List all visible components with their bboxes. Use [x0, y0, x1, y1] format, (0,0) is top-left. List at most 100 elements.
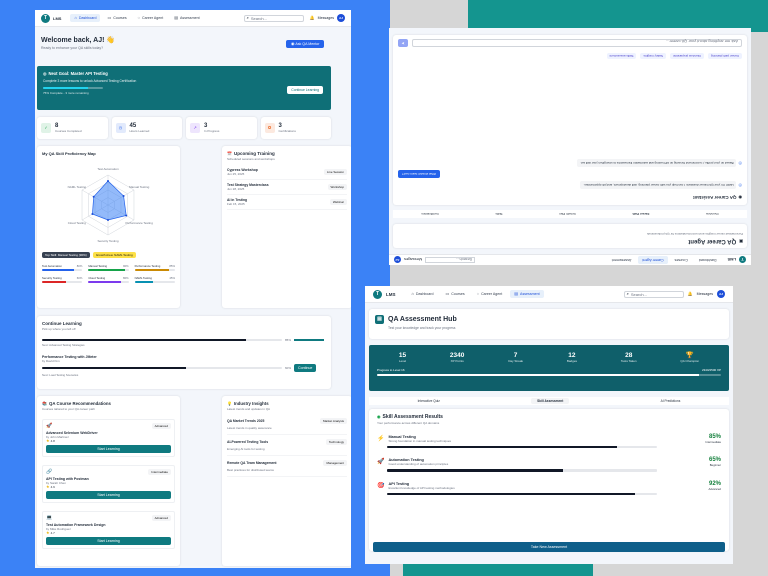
rec-item: 🚀 Advanced Advanced Selenium WebDriver by…: [42, 419, 175, 457]
insight-item[interactable]: AI-Powered Testing Tools Technology Emergi…: [227, 435, 347, 456]
assessment-stat: 2340 XP Points: [450, 352, 464, 363]
skill-value: 80%: [123, 276, 129, 280]
calendar-icon: 📅: [227, 150, 232, 156]
start-learning-button[interactable]: Start Learning: [46, 537, 171, 545]
radar-axis-label: NAML Testing: [68, 185, 87, 189]
suggestion-chip[interactable]: Salary insights: [640, 53, 666, 59]
bell-icon[interactable]: 🔔: [310, 16, 315, 20]
assessment-tab[interactable]: Skill Assessment: [531, 398, 570, 404]
stat-label: Level: [398, 358, 407, 363]
nav-courses[interactable]: ▭ Courses: [442, 290, 469, 298]
star-icon: ★: [46, 530, 50, 535]
send-button[interactable]: ➤: [398, 39, 408, 47]
assessment-stat: 12 Badges: [567, 352, 577, 363]
radar-axis-label: Manual Testing: [129, 185, 149, 189]
skill-result-bar: [387, 492, 657, 496]
insight-desc: Latest trends in quality assurance: [227, 426, 272, 430]
continue-learning-button[interactable]: Continue Learning: [287, 86, 323, 94]
briefcase-icon: ▣: [739, 239, 743, 244]
skill-value: 85%: [169, 264, 175, 268]
skill-bar: [88, 269, 129, 271]
nav-courses[interactable]: Courses: [671, 256, 692, 264]
suggestion-chips: Career path planning Interview preparatio…: [398, 53, 742, 59]
skill-grid: Test Automation 80% Manual Testing 90% Perfo…: [42, 264, 175, 283]
books-icon: 📚: [42, 400, 47, 406]
avatar[interactable]: AJ: [717, 290, 725, 298]
stat-label: QA Champion: [680, 359, 700, 363]
suggestion-chip[interactable]: Interview preparation: [669, 53, 704, 59]
chat-icon: ◌: [476, 291, 480, 296]
target-icon: 🎯: [377, 482, 385, 489]
nav-career-agent[interactable]: Career Agent: [638, 256, 668, 264]
assessment-tab[interactable]: Interactive Quiz: [412, 398, 446, 404]
nav-assessment[interactable]: ▤ Assessment: [510, 290, 544, 298]
continue-button[interactable]: Continue: [294, 364, 317, 372]
radar-point: [125, 214, 128, 217]
welcome-title: Welcome back, AJ! 👋: [41, 37, 116, 44]
radar-point: [92, 195, 95, 198]
welcome-subtitle: Ready to enhance your QA skills today?: [41, 46, 104, 50]
skill-level: Intermediate: [705, 440, 721, 444]
assessment-subtitle: Test your knowledge and track your progr…: [388, 326, 456, 330]
insight-item[interactable]: QA Market Trends 2025 Market Analysis Late…: [227, 414, 347, 435]
search-input[interactable]: Search...: [425, 257, 476, 263]
training-item[interactable]: Cypress Workshop Jun 25, 2025 Live Session: [227, 165, 347, 180]
nav-assessment[interactable]: Assessment: [608, 256, 636, 264]
stat-card: ◷ 45 Hours Learned: [111, 117, 182, 139]
skill-result: 🚀 Automation Testing Good understanding of…: [377, 457, 721, 472]
nav-dashboard[interactable]: ⌂ Dashboard: [70, 14, 101, 22]
take-assessment-button[interactable]: Take New Assessment: [373, 542, 725, 552]
assessment-screen: T LMS ⌂ Dashboard ▭ Courses ◌ Career Agent …: [365, 286, 733, 564]
ask-mentor-button[interactable]: ◉ Ask QA Mentor: [286, 40, 325, 48]
level-xp: 2340/2500 XP: [701, 368, 721, 372]
assessment-stat: 🏆 QA Champion: [680, 351, 699, 363]
banner-desc: Complete 3 more lessons to unlock Advanc…: [43, 79, 137, 83]
search-input[interactable]: ⌕ Search...: [623, 290, 684, 298]
start-learning-button[interactable]: Start Learning: [46, 445, 171, 453]
nav-courses[interactable]: ▭ Courses: [103, 14, 130, 22]
start-learning-button[interactable]: Start Learning: [46, 491, 171, 499]
career-tab[interactable]: Certifications: [421, 212, 438, 216]
nav-career-agent[interactable]: ◌ Career Agent: [134, 14, 168, 22]
career-tab[interactable]: Skills: [495, 212, 502, 216]
training-item[interactable]: Test Strategy Masterclass Jun 28, 2025 Wor…: [227, 180, 347, 195]
assessment-tab[interactable]: AI Predictions: [655, 398, 687, 404]
career-chat-input[interactable]: Ask me anything about your QA career...: [412, 39, 742, 47]
skill-item: Security Testing 60%: [42, 276, 83, 283]
bell-icon[interactable]: 🔔: [688, 292, 693, 296]
suggestion-chip[interactable]: Career path planning: [707, 53, 742, 59]
training-item[interactable]: AI in Testing Feb 15, 2025 Webinar: [227, 195, 347, 210]
stat-label: Badges: [566, 358, 578, 363]
nav-assessment[interactable]: ▤ Assessment: [170, 14, 203, 22]
results-card: ◉ Skill Assessment Results Your performan…: [369, 409, 729, 551]
search-input[interactable]: ⌕ Search...: [243, 14, 304, 22]
insights-subtitle: Latest trends and updates in QA: [227, 407, 271, 411]
search-icon: ⌕: [626, 291, 629, 296]
nav-dashboard[interactable]: Dashboard: [695, 256, 721, 264]
skill-result: 🎯 API Testing Excellent knowledge of API t…: [377, 481, 721, 496]
career-tab[interactable]: Growth Plan: [559, 212, 576, 216]
stat-label: Day Streak: [508, 358, 524, 363]
suggestion-chip[interactable]: Skills assessment: [606, 53, 637, 59]
radar-axis-label: Security Testing: [97, 239, 118, 243]
messages-link[interactable]: Messages: [697, 292, 713, 296]
course-progress: [42, 339, 282, 341]
training-tag: Workshop: [327, 184, 347, 190]
skill-name: Test Automation: [42, 264, 62, 268]
star-icon: ★: [46, 484, 50, 489]
messages-link[interactable]: Messages: [318, 16, 334, 20]
training-card: 📅 Upcoming Training Scheduled sessions an…: [222, 146, 351, 308]
training-date: Feb 15, 2025: [227, 202, 245, 206]
avatar[interactable]: AJ: [337, 14, 345, 22]
stats-row: ✓ 8 Courses Completed ◷ 45 Hours Learned ↗ 3 In …: [37, 117, 331, 139]
nav-dashboard[interactable]: ⌂ Dashboard: [408, 290, 438, 298]
target-icon: ◎: [43, 70, 47, 76]
career-tab[interactable]: Overview: [706, 212, 719, 216]
messages-link[interactable]: Messages: [404, 258, 422, 263]
avatar[interactable]: AJ: [394, 256, 401, 264]
insight-item[interactable]: Remote QA Team Management Management Best …: [227, 456, 347, 477]
rec-level: Advanced: [151, 515, 171, 521]
career-tab[interactable]: Career Path: [633, 212, 650, 216]
nav-career-agent[interactable]: ◌ Career Agent: [473, 290, 507, 298]
training-subtitle: Scheduled sessions and workshops: [227, 157, 275, 161]
